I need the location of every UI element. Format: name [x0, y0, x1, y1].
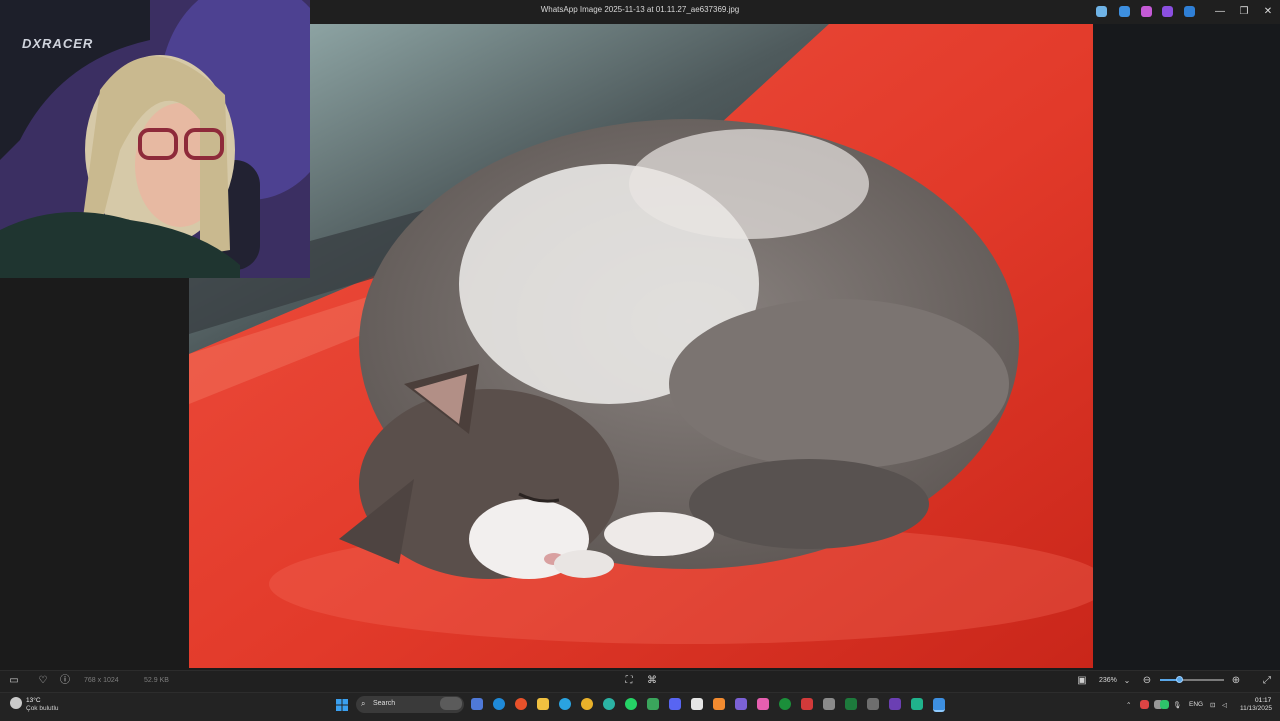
chair-logo: DXRACER: [22, 36, 94, 51]
tray-app-icon[interactable]: [1140, 700, 1149, 709]
edge-icon[interactable]: [493, 698, 505, 710]
file-explorer-icon[interactable]: [537, 698, 549, 710]
weather-icon[interactable]: [10, 697, 22, 709]
cat-photo: [189, 24, 1093, 668]
restore-button[interactable]: ❐: [1235, 3, 1253, 21]
obs-icon[interactable]: [801, 698, 813, 710]
rider-icon[interactable]: [889, 698, 901, 710]
weather-description[interactable]: Çok bulutlu: [26, 705, 59, 712]
photos-active-icon[interactable]: [933, 698, 945, 712]
edge-dev-icon[interactable]: [603, 698, 615, 710]
chrome-icon[interactable]: [581, 698, 593, 710]
weather-temperature[interactable]: 13°C: [26, 697, 41, 704]
wifi-icon[interactable]: ⊡: [1210, 701, 1215, 709]
xbox-icon[interactable]: [779, 698, 791, 710]
teams-icon[interactable]: [735, 698, 747, 710]
search-icon: ⌕: [361, 699, 366, 708]
fit-screen-icon[interactable]: ⛶: [622, 674, 636, 688]
whatsapp-icon[interactable]: [625, 698, 637, 710]
close-button[interactable]: ✕: [1259, 3, 1277, 21]
fullscreen-icon[interactable]: ⤢: [1260, 674, 1274, 688]
telegram-icon[interactable]: [559, 698, 571, 710]
file-size: 52.9 KB: [144, 677, 169, 684]
start-windows-icon[interactable]: [336, 698, 348, 711]
zoom-dropdown[interactable]: 236%: [1099, 677, 1117, 684]
volume-icon[interactable]: ◁: [1222, 701, 1227, 709]
info-icon[interactable]: ⓘ: [58, 674, 72, 688]
webcam-overlay: DXRACER: [0, 0, 310, 278]
zoom-out-icon[interactable]: ⊖: [1140, 674, 1154, 688]
zoom-in-icon[interactable]: ⊕: [1229, 674, 1243, 688]
chevron-down-icon[interactable]: ⌄: [1120, 674, 1134, 688]
visual-search-icon[interactable]: ⌘: [645, 674, 659, 688]
discord-icon[interactable]: [669, 698, 681, 710]
paint-icon[interactable]: [757, 698, 769, 710]
illustrator-icon[interactable]: [713, 698, 725, 710]
photo-image[interactable]: [189, 24, 1093, 668]
language-indicator[interactable]: ENG: [1189, 701, 1203, 708]
clipchamp-icon[interactable]: [1162, 6, 1173, 17]
app-icon[interactable]: [911, 698, 923, 710]
zoom-slider[interactable]: [1160, 679, 1224, 681]
download-icon[interactable]: [867, 698, 879, 710]
copilot-icon[interactable]: [1096, 6, 1107, 17]
fit-window-icon[interactable]: ▣: [1075, 674, 1089, 688]
microphone-icon[interactable]: 🎙: [1173, 701, 1181, 709]
onedrive-icon[interactable]: [1184, 6, 1195, 17]
notepad-icon[interactable]: [691, 698, 703, 710]
steam-icon[interactable]: [823, 698, 835, 710]
minimize-button[interactable]: —: [1211, 3, 1229, 21]
excel-icon[interactable]: [845, 698, 857, 710]
clock-date[interactable]: 11/13/2025: [1240, 705, 1272, 712]
clock-time[interactable]: 01:17: [1255, 697, 1271, 704]
taskbar: [0, 692, 1280, 721]
filmstrip-icon[interactable]: ▭: [7, 674, 21, 688]
image-dimensions: 768 x 1024: [84, 677, 119, 684]
edit-icon[interactable]: [1119, 6, 1130, 17]
firefox-icon[interactable]: [515, 698, 527, 710]
chevron-up-icon[interactable]: ⌃: [1126, 701, 1131, 709]
tray-green-icon[interactable]: [1160, 700, 1169, 709]
photos-app-icon[interactable]: [647, 698, 659, 710]
designer-icon[interactable]: [1141, 6, 1152, 17]
search-highlight-icon[interactable]: [440, 697, 462, 710]
search-label: Search: [373, 700, 396, 707]
viewer-background: [1093, 24, 1280, 670]
favorite-heart-icon[interactable]: ♡: [36, 674, 50, 688]
copilot-app-icon[interactable]: [471, 698, 483, 710]
